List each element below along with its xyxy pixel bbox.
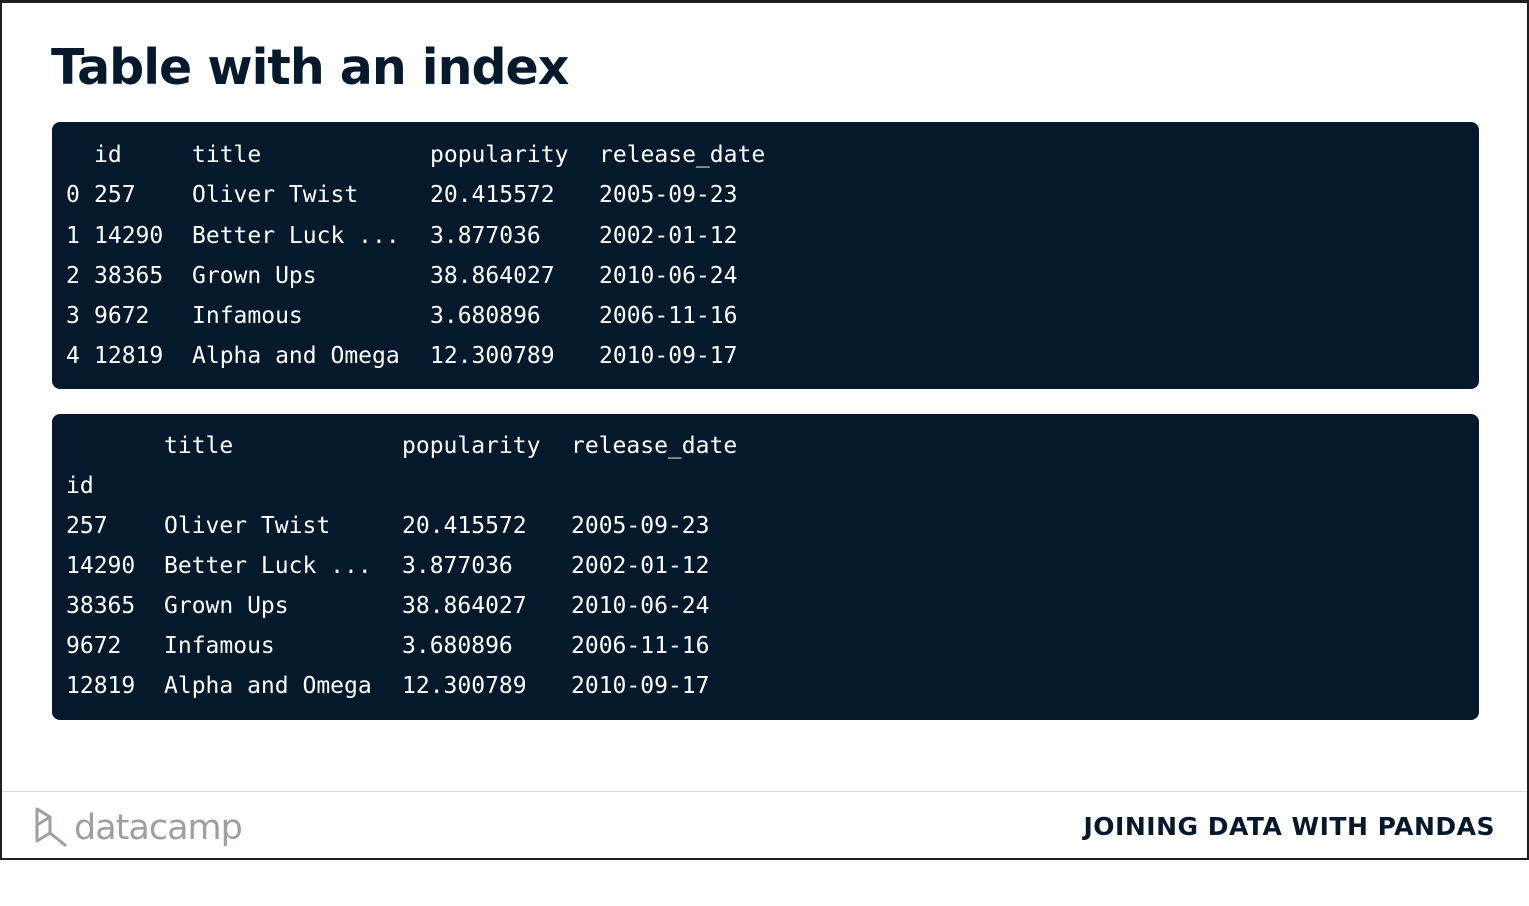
table-row: 0 257 Oliver Twist 20.415572 2005-09-23 (66, 175, 737, 215)
table-row: 14290 Better Luck ... 3.877036 2002-01-1… (66, 546, 709, 586)
index-name-row: id (66, 466, 149, 506)
row-index: 0 (66, 182, 80, 208)
cell-release-date: 2010-09-17 (599, 343, 738, 369)
cell-title: Grown Ups (164, 593, 289, 619)
cell-id: 12819 (66, 673, 136, 699)
cell-id: 38365 (66, 593, 136, 619)
cell-release-date: 2010-09-17 (571, 673, 710, 699)
table-row: 2 38365 Grown Ups 38.864027 2010-06-24 (66, 256, 737, 296)
table-row: 4 12819 Alpha and Omega 12.300789 2010-0… (66, 336, 737, 376)
column-header-release-date: release_date (599, 142, 766, 168)
cell-release-date: 2002-01-12 (571, 553, 710, 579)
cell-popularity: 3.877036 (430, 223, 541, 249)
cell-title: Alpha and Omega (192, 343, 400, 369)
table-row: 38365 Grown Ups 38.864027 2010-06-24 (66, 586, 709, 626)
cell-release-date: 2002-01-12 (599, 223, 738, 249)
slide: Table with an index id title popularity … (0, 0, 1529, 860)
datacamp-logo-icon (35, 807, 67, 847)
cell-title: Infamous (164, 633, 275, 659)
cell-popularity: 38.864027 (402, 593, 527, 619)
slide-title: Table with an index (51, 39, 569, 96)
cell-id: 14290 (66, 553, 136, 579)
cell-release-date: 2006-11-16 (571, 633, 710, 659)
cell-release-date: 2010-06-24 (571, 593, 710, 619)
table-row: 257 Oliver Twist 20.415572 2005-09-23 (66, 506, 709, 546)
row-index: 1 (66, 223, 80, 249)
cell-release-date: 2005-09-23 (571, 513, 710, 539)
datacamp-logo: datacamp (34, 806, 243, 850)
column-header-title: title (192, 142, 262, 168)
column-header-popularity: popularity (402, 433, 541, 459)
cell-title: Better Luck ... (192, 223, 400, 249)
table-header-row: id title popularity release_date (66, 135, 765, 175)
cell-popularity: 3.680896 (402, 633, 513, 659)
cell-id: 257 (66, 513, 108, 539)
cell-id: 12819 (94, 343, 164, 369)
cell-title: Better Luck ... (164, 553, 372, 579)
row-index: 4 (66, 343, 80, 369)
cell-release-date: 2010-06-24 (599, 263, 738, 289)
cell-id: 257 (94, 182, 136, 208)
table-default-index: id title popularity release_date 0 257 O… (52, 122, 1479, 389)
row-index: 2 (66, 263, 80, 289)
course-name: JOINING DATA WITH PANDAS (1083, 812, 1495, 841)
cell-title: Infamous (192, 303, 303, 329)
cell-popularity: 3.877036 (402, 553, 513, 579)
column-header-popularity: popularity (430, 142, 569, 168)
table-id-index: title popularity release_date id 257 Oli… (52, 414, 1479, 720)
cell-title: Oliver Twist (192, 182, 359, 208)
column-header-title: title (164, 433, 234, 459)
column-header-id: id (94, 142, 122, 168)
table-row: 12819 Alpha and Omega 12.300789 2010-09-… (66, 666, 709, 706)
cell-popularity: 20.415572 (402, 513, 527, 539)
cell-id: 9672 (66, 633, 122, 659)
table-row: 1 14290 Better Luck ... 3.877036 2002-01… (66, 216, 737, 256)
cell-title: Grown Ups (192, 263, 317, 289)
table-header-row: title popularity release_date (66, 426, 737, 466)
cell-id: 38365 (94, 263, 164, 289)
row-index: 3 (66, 303, 80, 329)
cell-popularity: 20.415572 (430, 182, 555, 208)
cell-popularity: 38.864027 (430, 263, 555, 289)
datacamp-logo-text: datacamp (74, 808, 243, 848)
cell-title: Alpha and Omega (164, 673, 372, 699)
column-header-release-date: release_date (571, 433, 738, 459)
slide-footer: datacamp JOINING DATA WITH PANDAS (2, 791, 1527, 859)
table-row: 9672 Infamous 3.680896 2006-11-16 (66, 626, 709, 666)
cell-popularity: 3.680896 (430, 303, 541, 329)
cell-title: Oliver Twist (164, 513, 331, 539)
cell-release-date: 2005-09-23 (599, 182, 738, 208)
cell-popularity: 12.300789 (430, 343, 555, 369)
cell-id: 14290 (94, 223, 164, 249)
cell-id: 9672 (94, 303, 150, 329)
index-name: id (66, 473, 94, 499)
cell-release-date: 2006-11-16 (599, 303, 738, 329)
table-row: 3 9672 Infamous 3.680896 2006-11-16 (66, 296, 737, 336)
cell-popularity: 12.300789 (402, 673, 527, 699)
